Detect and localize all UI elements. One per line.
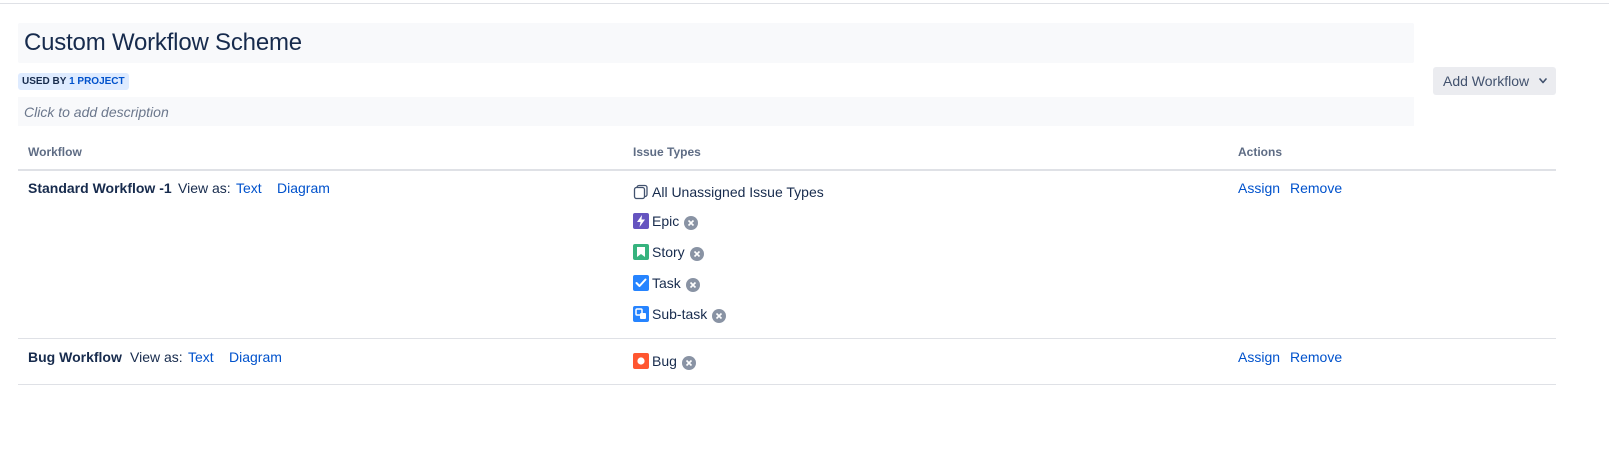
workflow-name: Standard Workflow -1 (28, 180, 172, 196)
issue-type-bug: Bug (633, 352, 696, 370)
issue-type-subtask: Sub-task (633, 305, 727, 323)
task-icon (633, 275, 649, 291)
issue-type-unassigned: All Unassigned Issue Types (633, 183, 824, 201)
description-placeholder: Click to add description (24, 104, 169, 120)
issue-type-label: Epic (652, 213, 680, 229)
issue-type-label: Story (652, 244, 685, 260)
view-as-diagram-link[interactable]: Diagram (229, 349, 282, 365)
usage-badge: USED BY 1 PROJECT (18, 73, 129, 90)
column-header-workflow: Workflow (28, 145, 82, 159)
usage-count-link[interactable]: 1 PROJECT (69, 76, 125, 87)
issue-type-label: Task (652, 275, 681, 291)
remove-circle-icon[interactable] (689, 247, 704, 261)
column-header-actions: Actions (1238, 145, 1283, 159)
issue-type-label: All Unassigned Issue Types (652, 184, 824, 200)
top-divider (0, 3, 1609, 4)
workflow-name: Bug Workflow (28, 349, 122, 365)
copy-icon (633, 184, 649, 200)
remove-link[interactable]: Remove (1290, 180, 1342, 196)
remove-circle-icon[interactable] (712, 309, 727, 323)
remove-link[interactable]: Remove (1290, 349, 1342, 365)
subtask-icon (633, 306, 649, 322)
view-as-text-link[interactable]: Text (188, 349, 214, 365)
view-as-label: View as: (130, 349, 183, 365)
assign-link[interactable]: Assign (1238, 180, 1280, 196)
add-workflow-button[interactable]: Add Workflow (1433, 67, 1556, 95)
add-workflow-label: Add Workflow (1443, 73, 1530, 89)
scheme-title-editable[interactable]: Custom Workflow Scheme (18, 23, 1414, 63)
view-as-text-link[interactable]: Text (236, 180, 262, 196)
issue-type-label: Bug (652, 353, 677, 369)
usage-prefix: USED BY (22, 76, 67, 87)
header-divider (18, 169, 1556, 171)
remove-circle-icon[interactable] (684, 216, 699, 230)
row-divider (18, 384, 1556, 385)
issue-type-task: Task (633, 274, 700, 292)
issue-type-label: Sub-task (652, 306, 708, 322)
remove-circle-icon[interactable] (681, 356, 696, 370)
issue-type-story: Story (633, 243, 704, 261)
remove-circle-icon[interactable] (685, 278, 700, 292)
view-as-diagram-link[interactable]: Diagram (277, 180, 330, 196)
view-as-label: View as: (178, 180, 231, 196)
issue-type-epic: Epic (633, 212, 699, 230)
description-field[interactable]: Click to add description (18, 97, 1414, 126)
story-icon (633, 244, 649, 260)
row-divider (18, 338, 1556, 339)
epic-icon (633, 213, 649, 229)
assign-link[interactable]: Assign (1238, 349, 1280, 365)
chevron-down-icon (1539, 78, 1547, 84)
column-header-issue-types: Issue Types (633, 145, 701, 159)
page-title: Custom Workflow Scheme (24, 29, 302, 56)
bug-icon (633, 353, 649, 369)
